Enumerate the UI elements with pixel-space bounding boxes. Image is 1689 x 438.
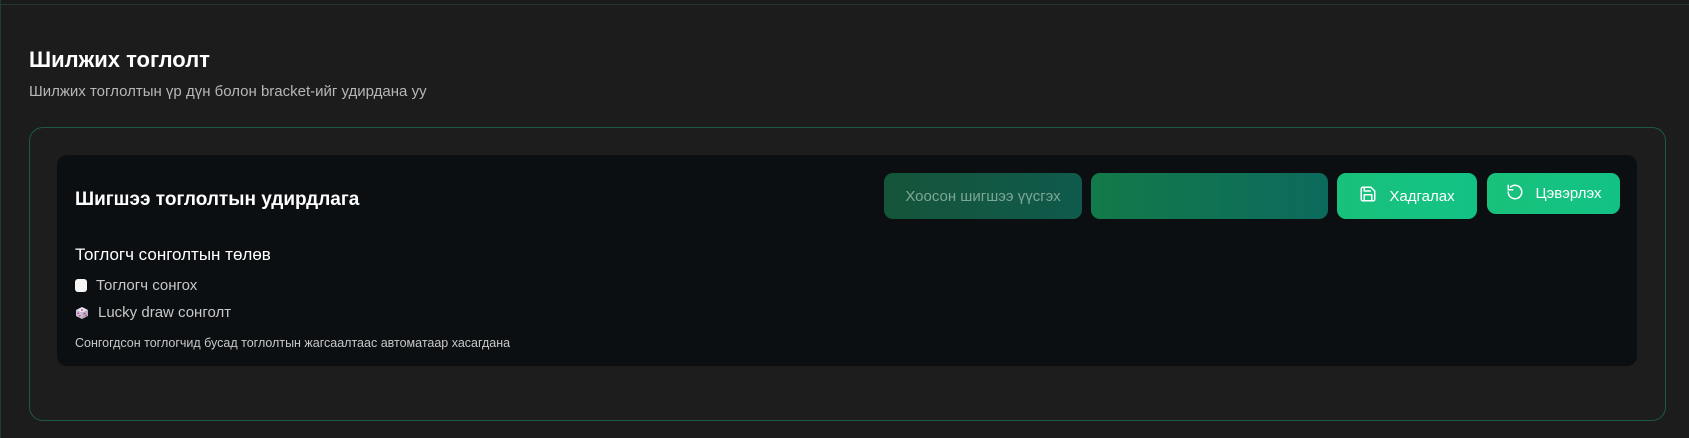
selection-status-title: Тоглогч сонголтын төлөв — [75, 245, 271, 264]
legend-lucky-draw: Lucky draw сонголт — [75, 304, 231, 321]
left-border-line — [0, 0, 1, 438]
legend-select-player-label: Тоглогч сонгох — [96, 277, 198, 294]
top-divider — [0, 0, 1689, 5]
panel-title: Шигшээ тоглолтын удирдлага — [75, 189, 360, 210]
legend-select-player: Тоглогч сонгох — [75, 277, 197, 294]
page-subtitle: Шилжих тоглолтын үр дүн болон bracket-ий… — [29, 83, 427, 100]
save-button[interactable]: Хадгалах — [1337, 173, 1477, 219]
reset-button[interactable]: Цэвэрлэх — [1487, 173, 1620, 214]
legend-lucky-draw-label: Lucky draw сонголт — [98, 304, 232, 321]
generate-button[interactable] — [1091, 173, 1328, 219]
page-title: Шилжих тоглолт — [29, 47, 210, 72]
save-button-label: Хадгалах — [1389, 187, 1455, 205]
create-empty-bracket-label: Хоосон шигшээ үүсгэх — [905, 187, 1061, 205]
selection-note: Сонгогдсон тоглогчид бусад тоглолтын жаг… — [75, 336, 511, 350]
create-empty-bracket-button[interactable]: Хоосон шигшээ үүсгэх — [884, 173, 1082, 219]
white-square-icon — [75, 279, 87, 292]
dice-icon — [75, 306, 89, 320]
save-icon — [1359, 185, 1377, 207]
reset-icon — [1506, 183, 1524, 205]
reset-button-label: Цэвэрлэх — [1535, 185, 1602, 202]
